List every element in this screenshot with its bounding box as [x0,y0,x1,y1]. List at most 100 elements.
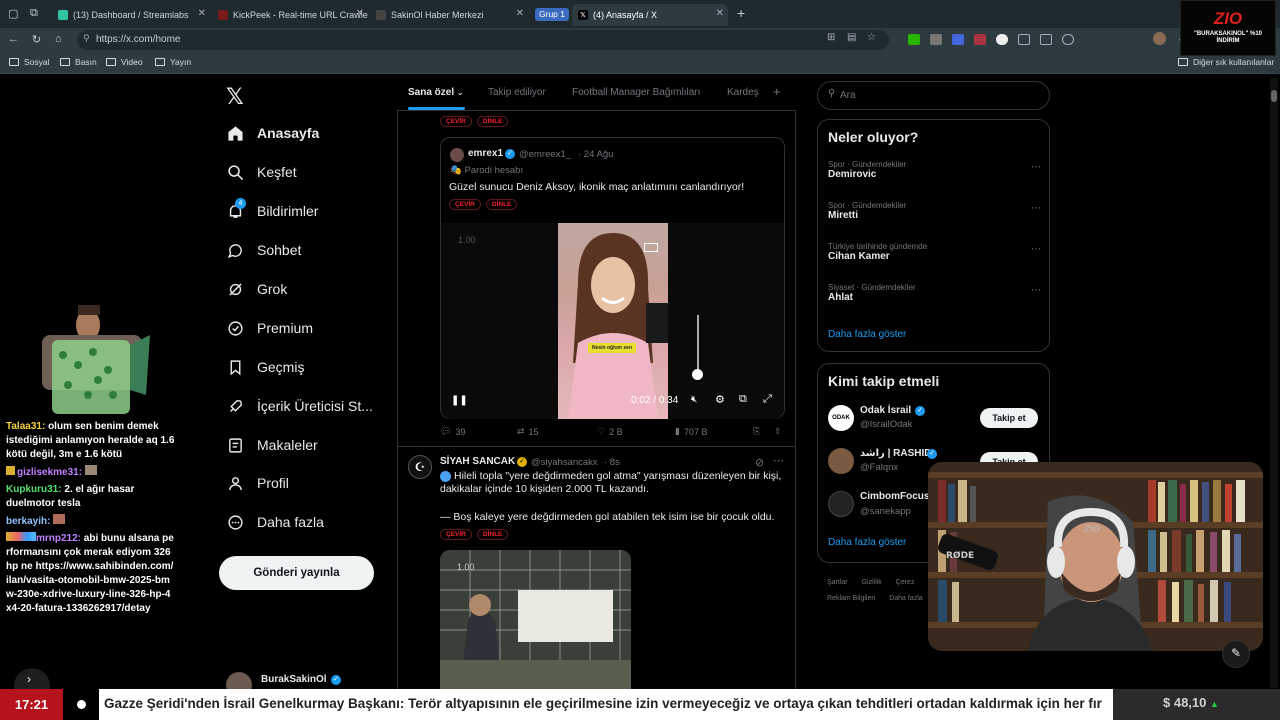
settings-gear-icon[interactable]: ⚙ [715,393,725,406]
more-options-icon[interactable]: ⋯ [773,454,784,467]
post-button[interactable]: Gönderi yayınla [219,556,374,590]
close-icon[interactable]: ✕ [198,8,206,19]
nav-premium[interactable]: Premium [226,319,313,337]
floating-compose-button[interactable]: ✎ [1222,640,1250,668]
split-screen-icon[interactable] [1040,34,1052,45]
tab-for-you[interactable]: Sana özel ⌄ [408,87,464,98]
footer-ads[interactable]: Reklam Bilgileri [827,595,875,602]
bookmark-sosyal[interactable]: Sosyal [9,57,50,67]
tab-following[interactable]: Takip ediliyor [488,87,546,98]
grok-icon[interactable]: ⊘ [755,456,764,469]
quoted-post[interactable]: emrex1 ✓ @emreex1_ · 24 Ağu 🎭 Parodi hes… [440,137,785,419]
extension-icon[interactable] [996,34,1008,45]
tab-actions-icon[interactable]: ⧉ [30,7,38,20]
browser-tab-sakinol[interactable]: SakinOl Haber Merkezi ✕ [370,4,528,26]
trend-item[interactable]: Spor · Gündemdekiler Demirovic ⋯ [828,160,1043,180]
tab-football-manager[interactable]: Football Manager Bağımlıları [572,87,700,98]
nav-articles[interactable]: Makaleler [226,436,318,454]
show-more-link[interactable]: Daha fazla göster [828,329,906,340]
views-button[interactable]: ▮ 707 B [675,426,707,437]
more-options-icon[interactable]: ⋯ [1031,162,1041,173]
trend-item[interactable]: Spor · Gündemdekiler Miretti ⋯ [828,201,1043,221]
more-options-icon[interactable]: ⋯ [1031,203,1041,214]
favorites-icon[interactable] [1062,34,1074,45]
x-logo-icon[interactable]: 𝕏 [226,84,244,110]
back-icon[interactable]: ← [8,33,19,45]
mute-icon[interactable]: 🔇︎ [691,394,697,405]
close-icon[interactable]: ✕ [716,8,724,19]
post-video[interactable]: 1.00 [440,550,631,689]
tab-kardes[interactable]: Kardeş [727,87,759,98]
follow-button[interactable]: Takip et [980,408,1038,428]
bookmark-other[interactable]: Diğer sık kullanılanlar [1178,57,1274,67]
user-avatar-icon[interactable] [1153,32,1166,45]
picture-in-picture-icon[interactable]: ⧉ [739,393,747,406]
more-options-icon[interactable]: ⋯ [1031,285,1041,296]
like-button[interactable]: ♡ 2 B [597,426,623,437]
profile-icon [226,474,244,492]
footer-terms[interactable]: Şartlar [827,579,848,586]
reply-button[interactable]: 💬︎ 39 [440,426,465,437]
bookmark-button[interactable]: ⎘ [753,426,760,437]
page-scrollbar[interactable] [1270,78,1278,688]
new-tab-icon[interactable]: + [737,5,745,21]
nav-more[interactable]: Daha fazla [226,513,324,531]
more-options-icon[interactable]: ⋯ [1031,244,1041,255]
translate-pill[interactable]: ÇEVİR [440,529,472,540]
translate-pill[interactable]: ÇEVİR [449,199,481,210]
extension-icon[interactable] [1018,34,1030,45]
volume-knob[interactable] [692,369,703,380]
volume-slider[interactable] [697,315,699,375]
reload-icon[interactable]: ↻ [32,33,41,46]
footer-privacy[interactable]: Gizlilik [862,579,882,586]
scrollbar-thumb[interactable] [1271,90,1277,102]
fullscreen-icon[interactable]: ⤢ [763,393,772,406]
browser-tab-kickpeek[interactable]: KickPeek - Real-time URL Crawler ✕ [212,4,368,26]
nav-grok[interactable]: Grok [226,280,287,298]
close-icon[interactable]: ✕ [516,8,524,19]
close-icon[interactable]: ✕ [356,8,364,19]
extension-icon[interactable] [952,34,964,45]
bookmark-video[interactable]: Video [106,57,143,67]
account-switcher[interactable]: BurakSakinOl ✓ [226,672,386,698]
address-bar[interactable]: ⚲ https://x.com/home ⊞ ▤ ☆ [77,30,889,50]
trend-item[interactable]: Türkiye tarihinde gündemde Cihan Kamer ⋯ [828,242,1043,262]
read-aloud-icon[interactable]: ⊞ [827,32,835,43]
bookmark-yayin[interactable]: Yayın [155,57,191,67]
listen-pill[interactable]: DİNLE [476,529,509,540]
add-tab-icon[interactable]: + [773,84,781,99]
expand-chevron-button[interactable]: › [14,668,50,690]
site-info-icon[interactable]: ⚲ [83,33,90,44]
browser-tab-x[interactable]: 𝕏 (4) Anasayfa / X ✕ [572,4,728,26]
bookmark-basin[interactable]: Basın [60,57,97,67]
listen-pill[interactable]: DİNLE [485,199,518,210]
tab-group-label[interactable]: Grup 1 [535,8,569,21]
extension-icon[interactable] [908,34,920,45]
nav-home[interactable]: Anasayfa [226,124,319,142]
favorite-star-icon[interactable]: ☆ [867,32,876,43]
nav-bookmarks[interactable]: Geçmiş [226,358,304,376]
profile-icon[interactable]: ▢ [8,7,18,20]
translate-pill[interactable]: ÇEVİR [440,116,472,127]
reader-icon[interactable]: ▤ [847,32,856,43]
nav-creator-studio[interactable]: İçerik Üreticisi St... [226,397,373,415]
extension-icon[interactable] [974,34,986,45]
nav-chat[interactable]: Sohbet [226,241,301,259]
nav-explore[interactable]: Keşfet [226,163,297,181]
listen-pill[interactable]: DİNLE [476,116,509,127]
nav-notifications[interactable]: 4 Bildirimler [226,198,318,220]
search-box[interactable]: ⚲ Ara [817,81,1050,110]
home-icon[interactable]: ⌂ [55,33,62,45]
post[interactable]: ☪ SİYAH SANCAK ✓ @siyahsancakx · 8s ⊘ ⋯ … [398,447,795,689]
footer-more[interactable]: Daha fazla [889,595,922,602]
follow-show-more-link[interactable]: Daha fazla göster [828,537,906,548]
pause-icon[interactable]: ❚❚ [451,395,468,406]
repost-button[interactable]: ⇄ 15 [517,426,539,437]
nav-profile[interactable]: Profil [226,474,289,492]
browser-tab-streamlabs[interactable]: (13) Dashboard / Streamlabs ✕ [52,4,210,26]
extension-icon[interactable] [930,34,942,45]
video-player[interactable]: 1.00 Nesin oğlum sen ❚❚ 0:02 / 0:34 🔇︎ ⚙… [441,223,784,419]
trend-item[interactable]: Siyaset · Gündemdekiler Ahlat ⋯ [828,283,1043,303]
share-button[interactable]: ⇪ [774,426,782,437]
footer-cookie[interactable]: Çerez [896,579,915,586]
